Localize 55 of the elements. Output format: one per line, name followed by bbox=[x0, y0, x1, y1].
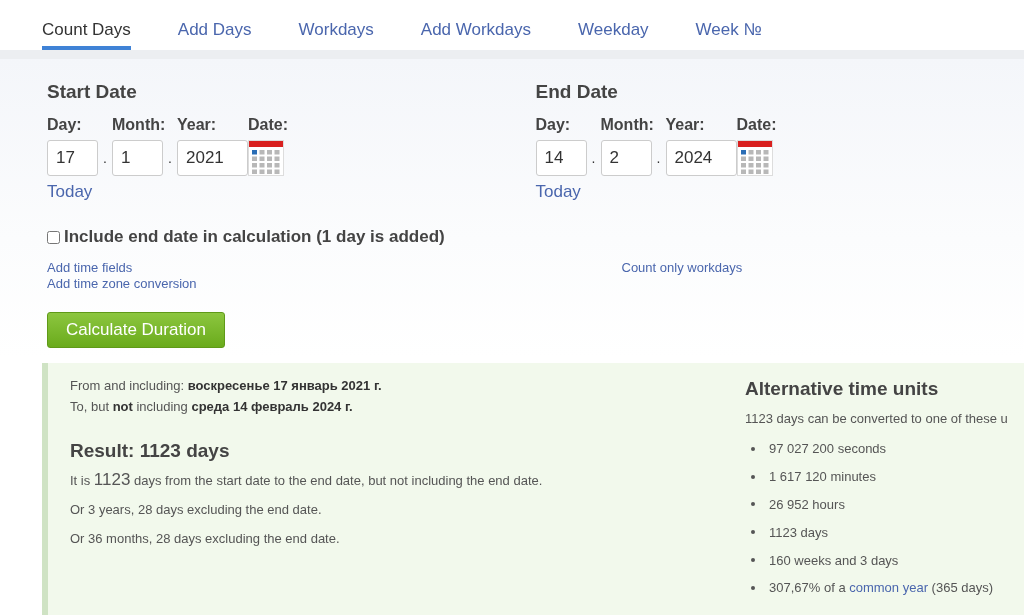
field-label: Date: bbox=[248, 116, 288, 134]
tab[interactable]: Week № bbox=[695, 20, 762, 50]
list-item: 160 weeks and 3 days bbox=[769, 552, 899, 568]
day-field[interactable]: 14 bbox=[535, 140, 587, 176]
section-title: Alternative time units bbox=[745, 378, 940, 400]
bullet-icon bbox=[751, 558, 755, 563]
month-field[interactable]: 1 bbox=[112, 140, 163, 176]
field-label: Year: bbox=[665, 116, 705, 134]
bullet-icon bbox=[751, 585, 755, 590]
checkbox-label: Include end date in calculation (1 day is added) bbox=[64, 227, 445, 247]
bullet-icon bbox=[751, 474, 755, 479]
tab[interactable]: Add Workdays bbox=[420, 20, 532, 50]
result-heading: Result: 1123 days bbox=[70, 440, 231, 462]
separator: . bbox=[590, 150, 597, 166]
separator: . bbox=[102, 150, 108, 166]
month-field[interactable]: 2 bbox=[600, 140, 652, 176]
bullet-icon bbox=[751, 530, 755, 535]
calendar-icon[interactable] bbox=[736, 140, 773, 176]
checkbox[interactable] bbox=[47, 230, 60, 244]
common-year-link[interactable]: common year bbox=[849, 580, 928, 596]
section-title: Start Date bbox=[47, 81, 138, 103]
field-label: Month: bbox=[600, 116, 654, 134]
list-item: 307,67% of a common year (365 days) bbox=[769, 580, 994, 596]
date-line: To, but not including среда 14 февраль 2024 г. bbox=[70, 398, 354, 416]
calendar-icon[interactable] bbox=[248, 140, 284, 176]
result-line: Or 36 months, 28 days excluding the end date. bbox=[70, 530, 341, 548]
today-link[interactable]: Today bbox=[47, 182, 93, 202]
section-title: End Date bbox=[535, 81, 619, 103]
field-label: Date: bbox=[736, 116, 777, 134]
year-field[interactable]: 2021 bbox=[177, 140, 248, 176]
today-link[interactable]: Today bbox=[535, 182, 581, 202]
option-link[interactable]: Count only workdays bbox=[621, 260, 743, 276]
list-item: 1 617 120 minutes bbox=[769, 469, 876, 485]
intro-text: 1123 days can be converted to one of these u bbox=[745, 411, 1009, 426]
field-label: Month: bbox=[112, 116, 166, 134]
list-item: 1123 days bbox=[769, 524, 829, 540]
bullet-icon bbox=[751, 446, 755, 451]
tab[interactable]: Workdays bbox=[298, 20, 374, 50]
day-field[interactable]: 17 bbox=[47, 140, 98, 176]
option-link[interactable]: Add time fields bbox=[47, 260, 133, 276]
separator: . bbox=[655, 150, 662, 166]
bullet-icon bbox=[751, 502, 755, 507]
tab[interactable]: Weekday bbox=[578, 20, 649, 50]
field-label: Year: bbox=[177, 116, 217, 134]
option-link[interactable]: Add time zone conversion bbox=[47, 276, 197, 292]
separator: . bbox=[167, 150, 173, 166]
field-label: Day: bbox=[535, 116, 571, 134]
year-field[interactable]: 2024 bbox=[665, 140, 737, 176]
list-item: 97 027 200 seconds bbox=[769, 441, 887, 457]
result-line: Or 3 years, 28 days excluding the end date. bbox=[70, 501, 323, 519]
result-sentence: It is 1123 days from the start date to the end date, but not including the end date. bbox=[70, 470, 544, 490]
date-line: From and including: воскресенье 17 январь 2021 г. bbox=[70, 377, 383, 395]
tab[interactable]: Add Days bbox=[177, 20, 252, 50]
list-item: 26 952 hours bbox=[769, 497, 845, 512]
field-label: Day: bbox=[47, 116, 82, 134]
